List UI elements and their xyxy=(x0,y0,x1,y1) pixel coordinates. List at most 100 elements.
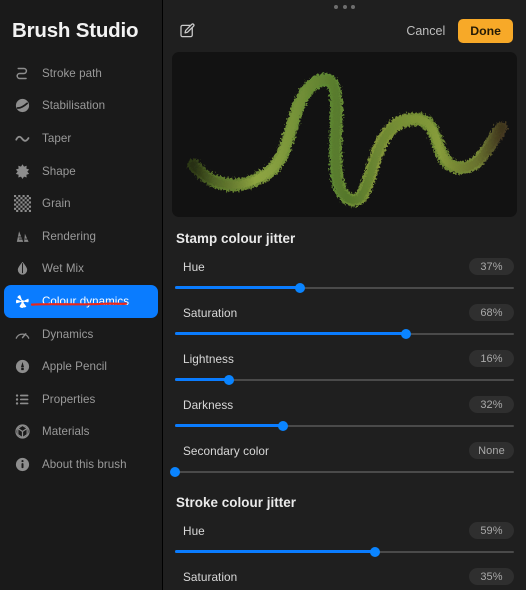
slider-row: Darkness 32% xyxy=(173,394,516,434)
sidebar-item-label: Rendering xyxy=(42,229,96,243)
toolbar: Cancel Done xyxy=(163,0,526,52)
sidebar-item-label: About this brush xyxy=(42,457,127,471)
sidebar-item-apple-pencil[interactable]: Apple Pencil xyxy=(4,350,158,383)
sidebar-item-label: Properties xyxy=(42,392,96,406)
sidebar-item-about-this-brush[interactable]: About this brush xyxy=(4,448,158,481)
sidebar-item-colour-dynamics[interactable]: Colour dynamics xyxy=(4,285,158,318)
done-button[interactable]: Done xyxy=(458,19,513,43)
rendering-icon xyxy=(14,228,31,245)
brush-stroke-graphic xyxy=(187,73,508,207)
slider-row: Lightness 16% xyxy=(173,348,516,388)
slider-label: Secondary color xyxy=(183,443,269,458)
stabilisation-icon xyxy=(14,97,31,114)
slider-control[interactable] xyxy=(170,464,516,480)
slider-fill xyxy=(175,332,406,336)
slider-thumb[interactable] xyxy=(370,546,380,557)
about-icon xyxy=(14,456,31,473)
slider-row: Saturation 68% xyxy=(173,302,516,342)
slider-label: Saturation xyxy=(183,305,238,320)
slider-header: Secondary color None xyxy=(173,440,516,461)
sidebar-item-label: Shape xyxy=(42,164,76,178)
slider-track[interactable] xyxy=(175,471,514,473)
toolbar-actions: Cancel Done xyxy=(404,19,513,43)
slider-header: Darkness 32% xyxy=(173,394,516,415)
sidebar-item-label: Stroke path xyxy=(42,66,102,80)
brush-stroke-preview[interactable] xyxy=(172,52,517,217)
slider-control[interactable] xyxy=(173,544,516,560)
slider-label: Saturation xyxy=(183,569,238,584)
apple-pencil-icon xyxy=(14,358,31,375)
slider-header: Saturation 35% xyxy=(173,566,516,587)
wet-mix-icon xyxy=(14,260,31,277)
sidebar-item-label: Materials xyxy=(42,425,90,439)
section-title: Stroke colour jitter xyxy=(176,495,297,510)
slider-thumb[interactable] xyxy=(278,420,289,431)
slider-value-pill[interactable]: 59% xyxy=(469,522,514,539)
sidebar-item-label: Wet Mix xyxy=(42,262,85,276)
brush-studio-window: Brush Studio Stroke path Stabilisation Tap… xyxy=(0,0,526,590)
slider-value-pill[interactable]: 35% xyxy=(469,568,514,585)
page-title: Brush Studio xyxy=(12,19,139,42)
slider-header: Hue 37% xyxy=(173,256,516,277)
slider-control[interactable] xyxy=(173,418,516,434)
slider-thumb[interactable] xyxy=(170,466,180,477)
section-title: Stamp colour jitter xyxy=(176,231,296,246)
sidebar-item-label: Apple Pencil xyxy=(42,360,108,374)
sidebar: Brush Studio Stroke path Stabilisation Tap… xyxy=(0,0,163,590)
dynamics-icon xyxy=(14,326,31,343)
slider-row: Hue 37% xyxy=(173,256,516,296)
sidebar-item-stabilisation[interactable]: Stabilisation xyxy=(4,90,158,123)
sidebar-item-rendering[interactable]: Rendering xyxy=(4,220,158,253)
slider-control[interactable] xyxy=(173,372,516,388)
sidebar-item-label: Stabilisation xyxy=(42,99,106,113)
sidebar-item-stroke-path[interactable]: Stroke path xyxy=(4,57,158,90)
slider-row: Saturation 35% xyxy=(173,566,516,590)
sidebar-item-shape[interactable]: Shape xyxy=(4,155,158,188)
properties-icon xyxy=(14,391,31,408)
slider-header: Lightness 16% xyxy=(173,348,516,369)
grain-icon xyxy=(14,195,31,213)
cancel-button[interactable]: Cancel xyxy=(404,21,447,41)
slider-thumb[interactable] xyxy=(400,328,411,339)
sidebar-item-dynamics[interactable]: Dynamics xyxy=(4,318,158,351)
slider-control[interactable] xyxy=(173,326,516,342)
sidebar-nav-list: Stroke path Stabilisation Taper Shape Grain R… xyxy=(0,57,162,481)
slider-fill xyxy=(175,550,375,554)
slider-row: Secondary color None xyxy=(170,440,516,480)
slider-value-pill[interactable]: 16% xyxy=(469,350,514,367)
settings-list: Stamp colour jitter Hue 37% Saturation 68% Li… xyxy=(163,231,526,590)
slider-fill xyxy=(175,378,230,382)
slider-value-pill[interactable]: None xyxy=(469,442,514,459)
colour-dynamics-icon xyxy=(14,293,31,310)
slider-label: Hue xyxy=(183,523,205,538)
slider-fill xyxy=(175,424,284,428)
slider-value-pill[interactable]: 37% xyxy=(469,258,514,275)
sidebar-item-materials[interactable]: Materials xyxy=(4,416,158,449)
sidebar-item-label: Grain xyxy=(42,197,71,211)
slider-row: Hue 59% xyxy=(173,520,516,560)
slider-label: Darkness xyxy=(183,397,234,412)
stroke-path-icon xyxy=(14,65,31,82)
sidebar-item-label: Dynamics xyxy=(42,327,94,341)
materials-icon xyxy=(14,423,31,440)
slider-control[interactable] xyxy=(173,280,516,296)
sidebar-item-wet-mix[interactable]: Wet Mix xyxy=(4,253,158,286)
compose-icon[interactable] xyxy=(178,22,196,40)
slider-thumb[interactable] xyxy=(224,374,235,385)
sidebar-item-label: Colour dynamics xyxy=(42,294,130,308)
sidebar-item-properties[interactable]: Properties xyxy=(4,383,158,416)
slider-header: Saturation 68% xyxy=(173,302,516,323)
slider-value-pill[interactable]: 32% xyxy=(469,396,514,413)
slider-label: Lightness xyxy=(183,351,234,366)
slider-thumb[interactable] xyxy=(295,282,306,293)
main-panel: Cancel Done Stamp colour jitter Hue 37% … xyxy=(163,0,526,590)
slider-value-pill[interactable]: 68% xyxy=(469,304,514,321)
sidebar-item-grain[interactable]: Grain xyxy=(4,187,158,220)
slider-fill xyxy=(175,286,301,290)
shape-icon xyxy=(14,163,31,180)
slider-header: Hue 59% xyxy=(173,520,516,541)
sidebar-item-taper[interactable]: Taper xyxy=(4,122,158,155)
taper-icon xyxy=(14,130,31,147)
slider-label: Hue xyxy=(183,259,205,274)
